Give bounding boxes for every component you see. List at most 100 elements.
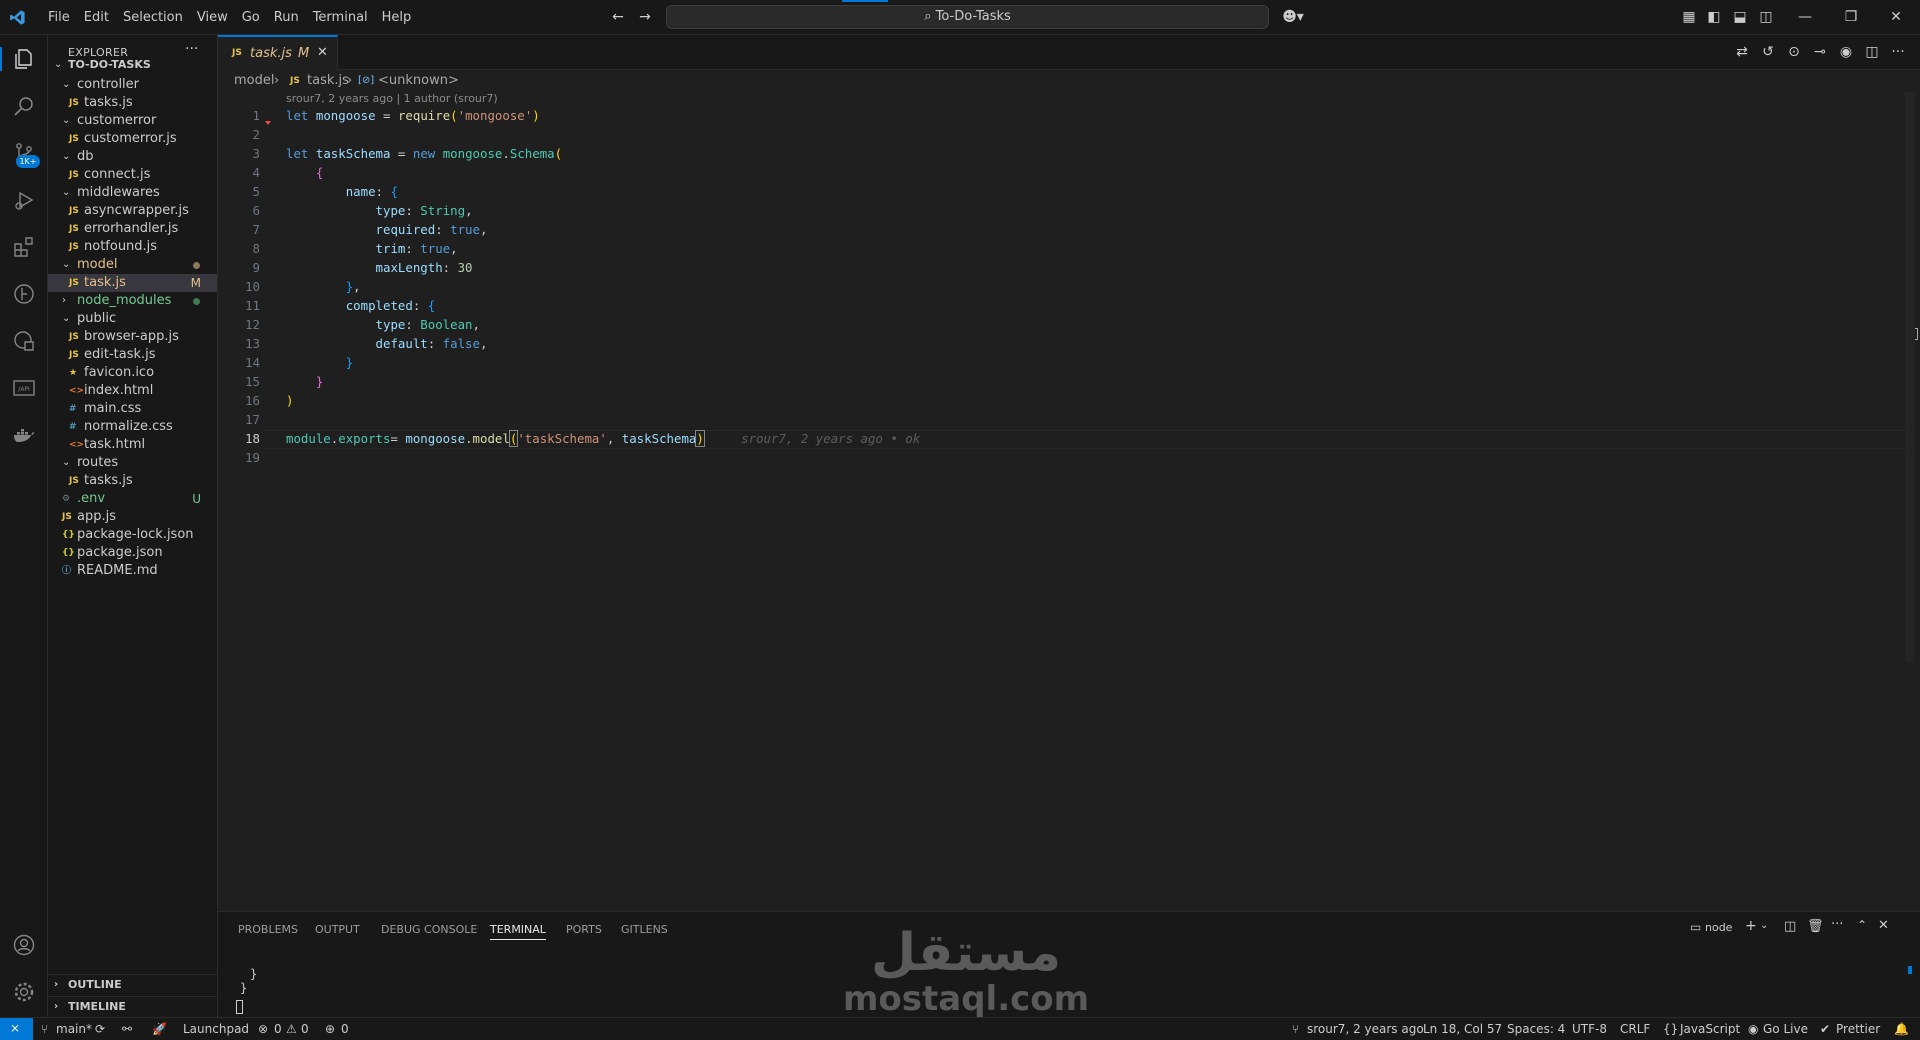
maximize-panel-icon[interactable]: ⌃: [1857, 918, 1867, 932]
workspace-root[interactable]: ⌄ TO-DO-TASKS: [48, 54, 217, 76]
file-item[interactable]: # normalize.css: [48, 418, 217, 436]
open-changes-icon[interactable]: ↺: [1759, 43, 1777, 61]
extensions-icon[interactable]: [12, 235, 36, 259]
sync-icon[interactable]: ⟳: [95, 1022, 105, 1036]
encoding[interactable]: UTF-8: [1572, 1022, 1607, 1036]
file-item[interactable]: JS tasks.js: [48, 94, 217, 112]
remote-explorer-icon[interactable]: [12, 329, 36, 353]
more-editor-actions-icon[interactable]: ···: [1889, 43, 1907, 61]
tab-task-js[interactable]: JS task.js M ✕: [218, 35, 338, 70]
folder-item[interactable]: ⌄ middlewares: [48, 184, 217, 202]
explorer-icon[interactable]: [12, 47, 36, 71]
file-item[interactable]: ★ favicon.ico: [48, 364, 217, 382]
status-blame[interactable]: srour7, 2 years ago: [1307, 1022, 1424, 1036]
file-item[interactable]: JS browser-app.js: [48, 328, 217, 346]
breadcrumb-symbol[interactable]: <unknown>: [378, 70, 459, 92]
language-mode[interactable]: JavaScript: [1680, 1022, 1740, 1036]
breadcrumb-file[interactable]: task.js: [307, 70, 349, 92]
copilot-icon[interactable]: ☻▾: [1280, 8, 1306, 26]
vertical-scrollbar[interactable]: [1905, 92, 1915, 662]
file-item[interactable]: JS customerror.js: [48, 130, 217, 148]
close-panel-icon[interactable]: ✕: [1878, 918, 1889, 933]
indentation[interactable]: Spaces: 4: [1507, 1022, 1565, 1036]
menu-run[interactable]: Run: [267, 0, 306, 35]
remote-indicator[interactable]: ⨯: [0, 1018, 33, 1040]
file-item[interactable]: <> task.html: [48, 436, 217, 454]
launchpad-label[interactable]: Launchpad: [183, 1022, 249, 1036]
api-icon[interactable]: /API: [12, 376, 36, 400]
split-terminal-icon[interactable]: ◫: [1784, 919, 1796, 934]
folder-item[interactable]: ⌄ routes: [48, 454, 217, 472]
file-item[interactable]: JS tasks.js: [48, 472, 217, 490]
file-item[interactable]: <> index.html: [48, 382, 217, 400]
file-item[interactable]: JS connect.js: [48, 166, 217, 184]
file-item[interactable]: ⓘ README.md: [48, 562, 217, 580]
error-count[interactable]: 0: [274, 1022, 282, 1036]
go-live[interactable]: Go Live: [1763, 1022, 1808, 1036]
folder-item[interactable]: › node_modules: [48, 292, 217, 310]
new-terminal-icon[interactable]: +: [1745, 918, 1757, 934]
file-item[interactable]: ⚙ .env U: [48, 490, 217, 508]
restore-icon[interactable]: ❐: [1842, 8, 1860, 26]
menu-terminal[interactable]: Terminal: [306, 0, 375, 35]
customize-layout-icon[interactable]: ▦: [1680, 8, 1698, 26]
file-item[interactable]: JS edit-task.js: [48, 346, 217, 364]
file-item[interactable]: JS notfound.js: [48, 238, 217, 256]
gitlens-inspect-icon[interactable]: ◉: [1837, 43, 1855, 61]
run-debug-icon[interactable]: [12, 188, 36, 212]
tab-problems[interactable]: PROBLEMS: [238, 923, 298, 936]
folder-item[interactable]: ⌄ controller: [48, 76, 217, 94]
terminal-output[interactable]: } }: [240, 967, 257, 995]
tab-output[interactable]: OUTPUT: [315, 923, 360, 936]
back-arrow-icon[interactable]: ←: [609, 8, 627, 26]
close-tab-icon[interactable]: ✕: [317, 45, 328, 60]
tab-ports[interactable]: PORTS: [566, 923, 602, 936]
tab-debug-console[interactable]: DEBUG CONSOLE: [381, 923, 477, 936]
forward-arrow-icon[interactable]: →: [636, 8, 654, 26]
terminal-instance-name[interactable]: node: [1705, 921, 1732, 934]
line-ending[interactable]: CRLF: [1620, 1022, 1650, 1036]
minimize-icon[interactable]: —: [1796, 8, 1814, 26]
folder-item[interactable]: ⌄ db: [48, 148, 217, 166]
search-icon[interactable]: [12, 94, 36, 118]
next-revision-icon[interactable]: ⊸: [1811, 43, 1829, 61]
breadcrumb-folder[interactable]: model: [234, 70, 274, 92]
menu-file[interactable]: File: [41, 0, 77, 35]
file-item[interactable]: JS task.js M: [48, 274, 217, 292]
file-item[interactable]: {} package-lock.json: [48, 526, 217, 544]
tab-terminal[interactable]: TERMINAL: [490, 923, 546, 940]
tab-gitlens[interactable]: GITLENS: [621, 923, 668, 936]
warning-count[interactable]: 0: [301, 1022, 309, 1036]
gitlens-codelens[interactable]: srour7, 2 years ago | 1 author (srour7): [286, 92, 498, 105]
menu-go[interactable]: Go: [235, 0, 267, 35]
folder-item[interactable]: ⌄ model: [48, 256, 217, 274]
menu-help[interactable]: Help: [375, 0, 419, 35]
previous-revision-icon[interactable]: ⊙: [1785, 43, 1803, 61]
outline-section[interactable]: › OUTLINE: [48, 974, 217, 996]
close-icon[interactable]: ✕: [1887, 8, 1905, 26]
toggle-secondary-sidebar-icon[interactable]: ◫: [1757, 8, 1775, 26]
file-item[interactable]: # main.css: [48, 400, 217, 418]
toggle-panel-icon[interactable]: ⬓: [1731, 8, 1749, 26]
git-graph-icon[interactable]: ⚯: [122, 1022, 132, 1036]
split-editor-icon[interactable]: ◫: [1863, 43, 1881, 61]
file-item[interactable]: {} package.json: [48, 544, 217, 562]
menu-selection[interactable]: Selection: [116, 0, 190, 35]
command-center-search[interactable]: ⌕ To-Do-Tasks: [666, 5, 1269, 29]
prettier[interactable]: Prettier: [1836, 1022, 1880, 1036]
accounts-icon[interactable]: [12, 933, 36, 957]
folder-item[interactable]: ⌄ customerror: [48, 112, 217, 130]
docker-icon[interactable]: [12, 423, 36, 447]
more-panel-actions-icon[interactable]: ···: [1831, 917, 1843, 932]
timeline-section[interactable]: › TIMELINE: [48, 996, 217, 1018]
file-item[interactable]: JS errorhandler.js: [48, 220, 217, 238]
trash-icon[interactable]: 🗑: [1807, 919, 1824, 934]
chevron-down-icon[interactable]: ⌄: [1760, 920, 1768, 931]
menu-view[interactable]: View: [190, 0, 235, 35]
file-item[interactable]: JS app.js: [48, 508, 217, 526]
gitlens-icon[interactable]: [12, 282, 36, 306]
settings-gear-icon[interactable]: [12, 980, 36, 1004]
notifications-bell-icon[interactable]: 🔔: [1894, 1022, 1909, 1036]
folder-item[interactable]: ⌄ public: [48, 310, 217, 328]
file-item[interactable]: JS asyncwrapper.js: [48, 202, 217, 220]
